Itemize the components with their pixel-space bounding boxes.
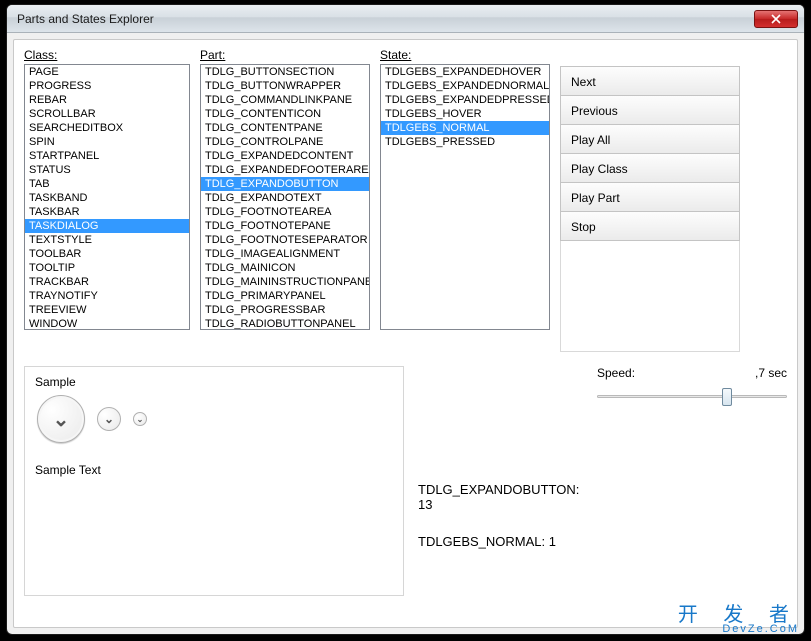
window-title: Parts and States Explorer (17, 12, 754, 26)
class-label: Class: (24, 48, 190, 62)
class-column: Class: PAGEPROGRESSREBARSCROLLBARSEARCHE… (24, 48, 190, 352)
sample-panel: Sample ⌄ ⌄ ⌄ Sample Text (24, 366, 404, 596)
list-item[interactable]: TASKBAND (25, 191, 189, 205)
part-info-line: TDLG_EXPANDOBUTTON: 13 (418, 482, 583, 512)
list-item[interactable]: TDLG_CONTENTICON (201, 107, 369, 121)
stop-button[interactable]: Stop (560, 211, 740, 241)
button-column: Next Previous Play All Play Class Play P… (560, 48, 740, 352)
titlebar[interactable]: Parts and States Explorer (7, 5, 804, 33)
list-item[interactable]: TDLG_EXPANDEDCONTENT (201, 149, 369, 163)
slider-thumb[interactable] (722, 388, 732, 406)
play-part-button[interactable]: Play Part (560, 182, 740, 212)
list-item[interactable]: TREEVIEW (25, 303, 189, 317)
expando-large-icon: ⌄ (37, 395, 85, 443)
state-label: State: (380, 48, 550, 62)
list-item[interactable]: SPIN (25, 135, 189, 149)
list-item[interactable]: TDLGEBS_EXPANDEDHOVER (381, 65, 549, 79)
list-item[interactable]: TASKDIALOG (25, 219, 189, 233)
class-listbox[interactable]: PAGEPROGRESSREBARSCROLLBARSEARCHEDITBOXS… (24, 64, 190, 330)
list-item[interactable]: TDLG_MAININSTRUCTIONPANE (201, 275, 369, 289)
client-area: Class: PAGEPROGRESSREBARSCROLLBARSEARCHE… (13, 39, 798, 628)
list-item[interactable]: TDLGEBS_EXPANDEDNORMAL (381, 79, 549, 93)
close-icon (771, 14, 781, 24)
list-item[interactable]: STATUS (25, 163, 189, 177)
list-item[interactable]: WINDOW (25, 317, 189, 330)
previous-button[interactable]: Previous (560, 95, 740, 125)
state-column: State: TDLGEBS_EXPANDEDHOVERTDLGEBS_EXPA… (380, 48, 550, 352)
list-item[interactable]: TEXTSTYLE (25, 233, 189, 247)
part-label: Part: (200, 48, 370, 62)
info-column: TDLG_EXPANDOBUTTON: 13 TDLGEBS_NORMAL: 1 (418, 366, 583, 596)
list-item[interactable]: TDLGEBS_HOVER (381, 107, 549, 121)
list-item[interactable]: TDLG_FOOTNOTESEPARATOR (201, 233, 369, 247)
speed-column: Speed: ,7 sec (597, 366, 787, 596)
play-all-button[interactable]: Play All (560, 124, 740, 154)
list-item[interactable]: TDLG_FOOTNOTEAREA (201, 205, 369, 219)
list-item[interactable]: TDLG_EXPANDOTEXT (201, 191, 369, 205)
list-item[interactable]: TRAYNOTIFY (25, 289, 189, 303)
list-item[interactable]: TDLG_PROGRESSBAR (201, 303, 369, 317)
speed-label: Speed: (597, 366, 635, 380)
list-item[interactable]: TDLG_PRIMARYPANEL (201, 289, 369, 303)
list-item[interactable]: TDLG_EXPANDOBUTTON (201, 177, 369, 191)
list-item[interactable]: SEARCHEDITBOX (25, 121, 189, 135)
expando-medium-icon: ⌄ (97, 407, 121, 431)
list-item[interactable]: TAB (25, 177, 189, 191)
speed-slider[interactable] (597, 386, 787, 408)
list-item[interactable]: REBAR (25, 93, 189, 107)
top-row: Class: PAGEPROGRESSREBARSCROLLBARSEARCHE… (24, 48, 787, 352)
list-item[interactable]: TDLG_BUTTONSECTION (201, 65, 369, 79)
sample-text: Sample Text (35, 463, 393, 477)
list-item[interactable]: TDLGEBS_PRESSED (381, 135, 549, 149)
sample-label: Sample (35, 375, 393, 389)
list-item[interactable]: TDLG_BUTTONWRAPPER (201, 79, 369, 93)
speed-value: ,7 sec (755, 366, 787, 380)
list-item[interactable]: TDLG_EXPANDEDFOOTERAREA (201, 163, 369, 177)
list-item[interactable]: TDLGEBS_EXPANDEDPRESSED (381, 93, 549, 107)
play-class-button[interactable]: Play Class (560, 153, 740, 183)
state-info-line: TDLGEBS_NORMAL: 1 (418, 534, 583, 549)
sample-preview: ⌄ ⌄ ⌄ (37, 395, 393, 443)
list-item[interactable]: TRACKBAR (25, 275, 189, 289)
list-item[interactable]: TDLG_FOOTNOTEPANE (201, 219, 369, 233)
list-item[interactable]: TDLG_COMMANDLINKPANE (201, 93, 369, 107)
close-button[interactable] (754, 10, 798, 28)
next-button[interactable]: Next (560, 66, 740, 96)
list-item[interactable]: TDLGEBS_NORMAL (381, 121, 549, 135)
list-item[interactable]: TOOLTIP (25, 261, 189, 275)
part-column: Part: TDLG_BUTTONSECTIONTDLG_BUTTONWRAPP… (200, 48, 370, 352)
part-listbox[interactable]: TDLG_BUTTONSECTIONTDLG_BUTTONWRAPPERTDLG… (200, 64, 370, 330)
list-item[interactable]: TDLG_CONTENTPANE (201, 121, 369, 135)
list-item[interactable]: TDLG_IMAGEALIGNMENT (201, 247, 369, 261)
bottom-row: Sample ⌄ ⌄ ⌄ Sample Text TDLG_EXPANDOBUT… (24, 366, 787, 596)
list-item[interactable]: PROGRESS (25, 79, 189, 93)
list-item[interactable]: TDLG_CONTROLPANE (201, 135, 369, 149)
app-window: Parts and States Explorer Class: PAGEPRO… (6, 4, 805, 635)
list-item[interactable]: SCROLLBAR (25, 107, 189, 121)
list-item[interactable]: PAGE (25, 65, 189, 79)
list-item[interactable]: STARTPANEL (25, 149, 189, 163)
expando-small-icon: ⌄ (133, 412, 147, 426)
list-item[interactable]: TDLG_MAINICON (201, 261, 369, 275)
list-item[interactable]: TDLG_RADIOBUTTONPANEL (201, 317, 369, 330)
button-group: Next Previous Play All Play Class Play P… (560, 66, 740, 352)
slider-track (597, 395, 787, 398)
state-listbox[interactable]: TDLGEBS_EXPANDEDHOVERTDLGEBS_EXPANDEDNOR… (380, 64, 550, 330)
list-item[interactable]: TOOLBAR (25, 247, 189, 261)
list-item[interactable]: TASKBAR (25, 205, 189, 219)
